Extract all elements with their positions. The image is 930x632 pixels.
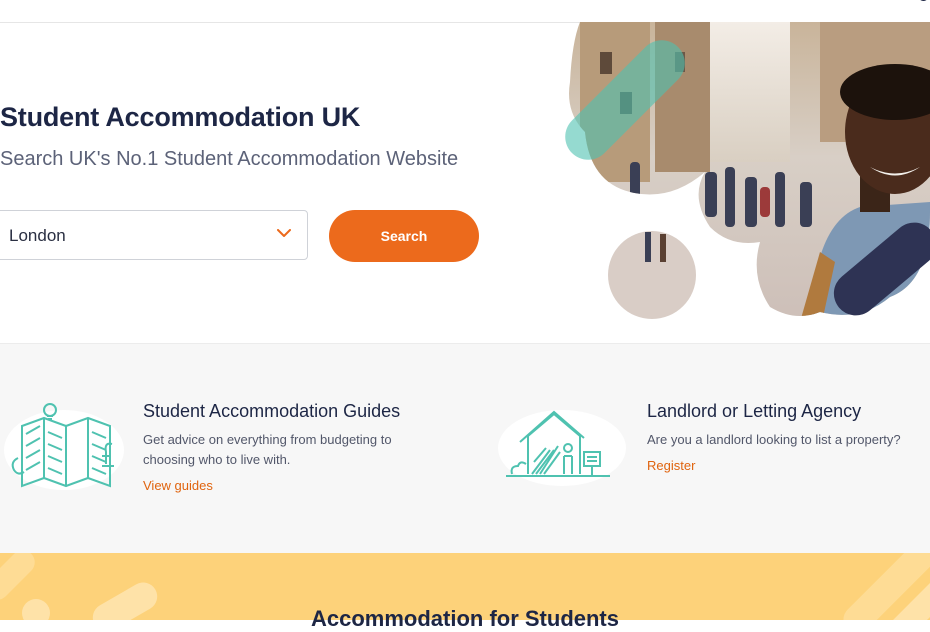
register-link[interactable]: Register <box>647 458 695 473</box>
guides-title: Student Accommodation Guides <box>143 401 401 421</box>
page-subtitle: Search UK's No.1 Student Accommodation W… <box>0 148 459 170</box>
search-button[interactable]: Search <box>329 210 479 262</box>
page-title: Student Accommodation UK <box>0 102 361 132</box>
landlord-title: Landlord or Letting Agency <box>647 401 862 421</box>
house-landlord-icon <box>498 410 626 486</box>
view-guides-link[interactable]: View guides <box>143 478 213 493</box>
location-select[interactable]: London <box>0 210 308 260</box>
account-icon[interactable] <box>910 0 930 6</box>
small-photo-bubble <box>608 231 696 319</box>
accommodation-section-title: Accommodation for Students <box>310 606 619 631</box>
chevron-down-icon <box>277 229 291 237</box>
location-select-value: London <box>9 226 66 245</box>
landlord-description: Are you a landlord looking to list a pro… <box>647 432 901 447</box>
guides-description: Get advice on everything from budgeting … <box>143 432 392 467</box>
map-guide-icon <box>4 403 124 490</box>
top-navigation-bar <box>0 0 930 23</box>
hero-photo-collage <box>565 22 930 319</box>
